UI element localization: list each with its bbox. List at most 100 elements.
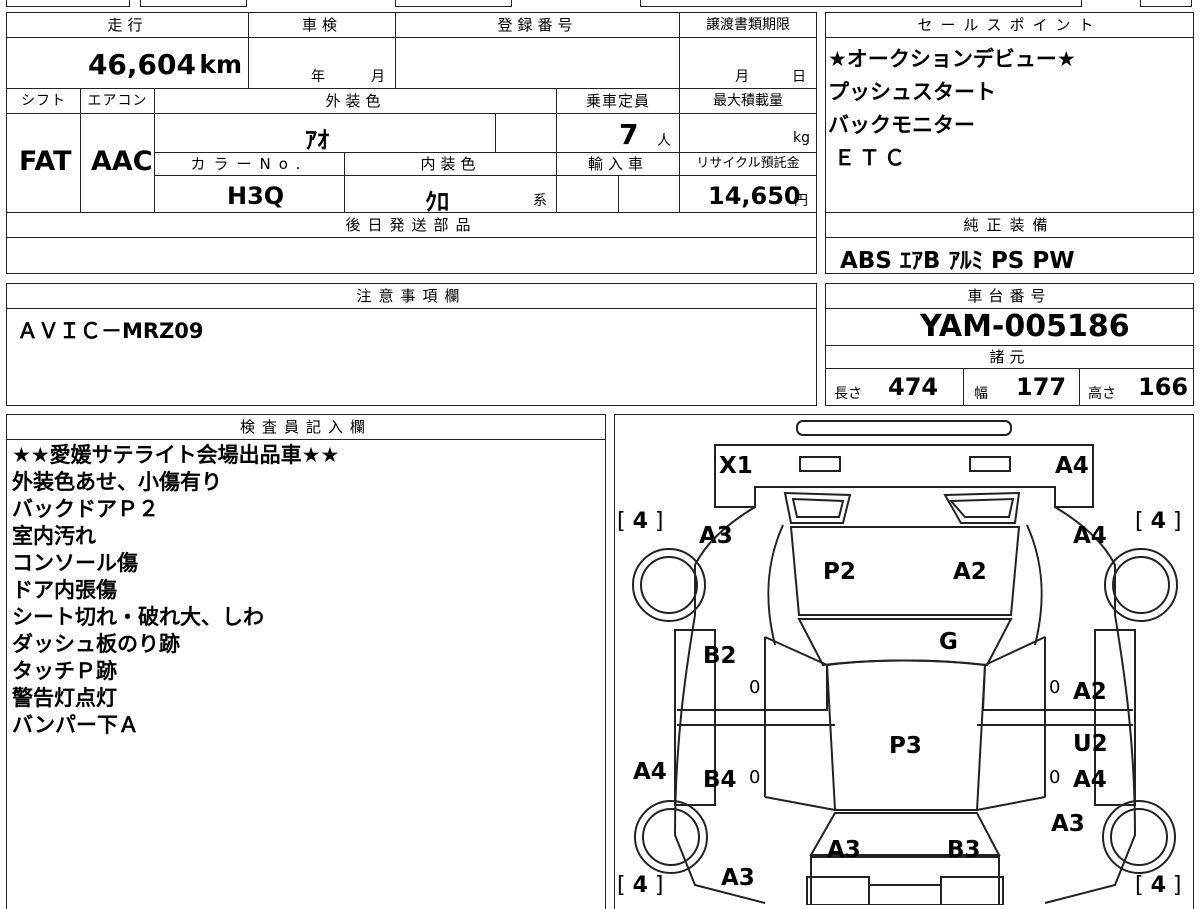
chassis-header: 車台番号 <box>825 283 1194 309</box>
damage-mark-front-door-right: A2 <box>1073 679 1107 705</box>
inspector-notes-header: 検査員記入欄 <box>6 414 606 440</box>
damage-mark-rear-fender-left: A3 <box>721 865 755 891</box>
specs-height-label: 高さ <box>1088 386 1116 402</box>
sales-points-header: セールスポイント <box>825 12 1194 38</box>
shaken-year-label: 年 <box>311 69 325 85</box>
specs-width-label: 幅 <box>974 386 988 402</box>
max-load-unit: kg <box>793 130 810 146</box>
chassis-value: YAM-005186 <box>920 309 1130 344</box>
aircon-value: AAC <box>91 146 153 177</box>
damage-mark-fender-right: A4 <box>1073 523 1107 549</box>
shift-value: FAT <box>19 146 72 177</box>
chassis-box: YAM-005186 <box>825 308 1194 346</box>
color-number-cell: H3Q <box>154 175 345 213</box>
specs-height-value: 166 <box>1138 373 1189 401</box>
shaken-cell: 年 月 <box>248 37 396 89</box>
inspector-note: 警告灯点灯 <box>12 686 117 710</box>
inspector-note: ドア内張傷 <box>12 578 117 602</box>
inspector-note: タッチＰ跡 <box>12 659 117 683</box>
specs-height-cell: 高さ 166 <box>1079 368 1194 406</box>
damage-mark-rear-right: B3 <box>947 837 981 863</box>
tire-rear-left: [ 4 ] <box>617 873 664 898</box>
sales-point-3: バックモニター <box>828 113 975 137</box>
specs-length-cell: 長さ 474 <box>825 368 964 406</box>
import-header: 輸入車 <box>556 152 680 176</box>
damage-mark-windshield: G <box>939 629 958 655</box>
transfer-deadline-cell: 月 日 <box>679 37 817 89</box>
recycle-fee-cell: 14,650 円 <box>679 175 817 213</box>
damage-mark-front-left: X1 <box>719 453 753 479</box>
color-number-value: H3Q <box>227 182 285 210</box>
specs-width-cell: 幅 177 <box>963 368 1080 406</box>
damage-mark-hood-left: P2 <box>823 559 856 585</box>
specs-length-value: 474 <box>888 373 939 401</box>
inspector-note: 外装色あせ、小傷有り <box>12 470 222 494</box>
shaken-header: 車検 <box>248 12 396 38</box>
inspector-note: シート切れ・破れ大、しわ <box>12 605 264 629</box>
zero-mark: 0 <box>749 677 761 698</box>
capacity-header: 乗車定員 <box>556 88 680 114</box>
caution-value: ＡＶＩＣ－MRZ09 <box>17 319 204 343</box>
sales-point-2: プッシュスタート <box>828 80 996 104</box>
damage-mark-rear-door-right-top: U2 <box>1073 731 1108 757</box>
capacity-unit: 人 <box>657 133 671 149</box>
capacity-cell: 7 人 <box>556 113 680 153</box>
aircon-header: エアコン <box>80 88 155 114</box>
sales-point-1: ★オークションデビュー★ <box>828 47 1076 71</box>
tire-front-left: [ 4 ] <box>617 509 664 534</box>
registration-header: 登録番号 <box>395 12 680 38</box>
recycle-fee-header: リサイクル預託金 <box>679 152 817 176</box>
mileage-cell: 46,604 km <box>6 37 249 89</box>
transfer-month-label: 月 <box>735 69 749 85</box>
aircon-cell: AAC <box>80 113 155 213</box>
inspector-note: コンソール傷 <box>12 551 138 575</box>
damage-mark-roof: P3 <box>889 733 922 759</box>
shaken-month-label: 月 <box>371 69 385 85</box>
mileage-value: 46,604 <box>87 48 196 81</box>
color-number-header: カラーNo. <box>154 152 345 176</box>
damage-mark-hood-right: A2 <box>953 559 987 585</box>
specs-length-label: 長さ <box>834 386 862 402</box>
inspector-notes-list: ★★愛媛サテライト会場出品車★★ 外装色あせ、小傷有り バックドアＰ２ 室内汚れ… <box>12 442 339 739</box>
damage-mark-front-door-left: B2 <box>703 643 737 669</box>
exterior-color-cell: ｱｵ <box>154 113 496 154</box>
recycle-fee-value: 14,650 <box>708 182 801 210</box>
damage-mark-fender-left: A3 <box>699 523 733 549</box>
tire-rear-right: [ 4 ] <box>1135 873 1182 898</box>
tire-front-right: [ 4 ] <box>1135 509 1182 534</box>
exterior-color-header: 外装色 <box>154 88 557 114</box>
inspector-note: 室内汚れ <box>12 524 96 548</box>
import-cell-b <box>618 175 680 213</box>
inspector-note: ★★愛媛サテライト会場出品車★★ <box>12 443 340 467</box>
recycle-fee-unit: 円 <box>794 193 808 209</box>
damage-mark-rear-door-right: A4 <box>1073 767 1107 793</box>
top-strip <box>0 0 1200 8</box>
later-parts-header: 後日発送部品 <box>6 212 817 238</box>
damage-mark-quarter-right: A3 <box>1051 811 1085 837</box>
specs-width-value: 177 <box>1016 373 1067 401</box>
equipment-box: ABS ｴｱB ｱﾙﾐ PS PW <box>825 237 1194 274</box>
inspector-note: バンパー下Ａ <box>12 713 140 737</box>
shift-cell: FAT <box>6 113 81 213</box>
sales-point-4: ＥＴＣ <box>834 146 909 170</box>
interior-color-cell: ｸﾛ 系 <box>344 175 557 216</box>
sales-points-box: ★オークションデビュー★ プッシュスタート バックモニター ＥＴＣ <box>825 37 1194 213</box>
transfer-deadline-header: 譲渡書類期限 <box>679 12 817 38</box>
damage-mark-sill-left: A4 <box>633 759 667 785</box>
later-parts-cell <box>6 237 817 274</box>
import-cell-a <box>556 175 619 213</box>
max-load-header: 最大積載量 <box>679 88 817 114</box>
zero-mark: 0 <box>749 767 761 788</box>
zero-mark: 0 <box>1049 767 1061 788</box>
registration-cell <box>395 37 680 89</box>
damage-mark-rear-left: A3 <box>827 837 861 863</box>
damage-mark-front-right: A4 <box>1055 453 1089 479</box>
max-load-cell: kg <box>679 113 817 153</box>
caution-header: 注意事項欄 <box>6 283 817 309</box>
interior-color-header: 内装色 <box>344 152 557 176</box>
inspector-note: ダッシュ板のり跡 <box>12 632 180 656</box>
equipment-header: 純正装備 <box>825 212 1194 238</box>
mileage-header: 走行 <box>6 12 249 38</box>
inspector-note: バックドアＰ２ <box>12 497 159 521</box>
shift-header: シフト <box>6 88 81 114</box>
